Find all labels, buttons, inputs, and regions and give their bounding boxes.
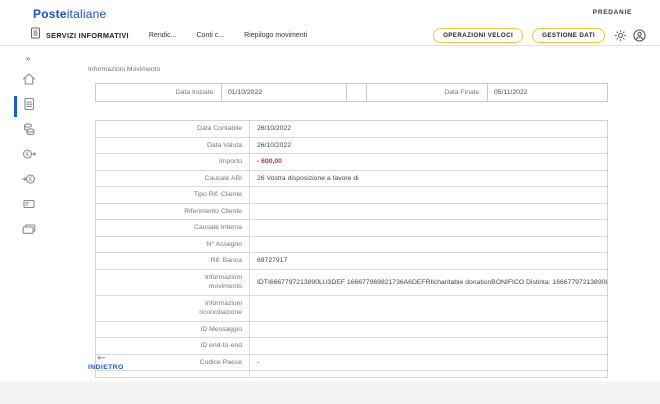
row-value bbox=[249, 204, 607, 220]
data-iniziale-field[interactable]: 01/10/2022 bbox=[221, 84, 346, 101]
row-value: - 600,00 bbox=[249, 154, 607, 170]
sidebar-item-cards[interactable] bbox=[0, 219, 57, 244]
sidebar-item-outgoing-transfers[interactable]: € bbox=[0, 144, 57, 169]
nav-section-servizi-informativi[interactable]: SERVIZI INFORMATIVI bbox=[30, 26, 129, 44]
row-value: IDTI6667797213890LU3DEF 166677969821736A… bbox=[249, 270, 607, 295]
table-row: N° Assegno bbox=[96, 237, 607, 254]
username-label: PREDANIE bbox=[593, 9, 632, 16]
date-bar-spacer bbox=[346, 84, 366, 101]
details-table: Data Contabile26/10/2022Data Valuta26/10… bbox=[95, 120, 608, 378]
profile-icon[interactable] bbox=[633, 29, 646, 42]
logo-rest-part: italiane bbox=[67, 7, 107, 21]
table-row: Causale ABI26 Vostra disposizione a favo… bbox=[96, 171, 607, 188]
row-value: 69727917 bbox=[249, 253, 607, 269]
operazioni-veloci-button[interactable]: OPERAZIONI VELOCI bbox=[433, 28, 523, 43]
table-row: Tipo Rif. Cliente bbox=[96, 187, 607, 204]
row-value bbox=[249, 237, 607, 253]
sidebar-item-documents[interactable] bbox=[0, 94, 57, 119]
data-iniziale-label: Data Iniziale: bbox=[96, 84, 221, 101]
coins-stack-icon bbox=[21, 121, 37, 142]
row-value bbox=[249, 187, 607, 203]
gear-icon[interactable] bbox=[614, 29, 627, 42]
document-icon bbox=[30, 26, 41, 44]
footer-band bbox=[0, 381, 660, 404]
table-row: ID end-to-end bbox=[96, 338, 607, 355]
row-label: Causale Interna bbox=[96, 220, 249, 236]
table-row: Data Contabile26/10/2022 bbox=[96, 121, 607, 138]
table-row: ID Messaggio bbox=[96, 322, 607, 339]
row-label: Riferimento Cliente bbox=[96, 204, 249, 220]
row-label: Informazioni movimento bbox=[96, 270, 249, 295]
sidebar-item-home[interactable] bbox=[0, 69, 57, 94]
row-label: Data Valuta bbox=[96, 138, 249, 154]
row-label: Rif. Banca bbox=[96, 253, 249, 269]
page: Posteitaliane PREDANIE SERVIZI INFORMATI… bbox=[0, 0, 660, 404]
row-value bbox=[249, 338, 607, 354]
sidebar-item-accounts[interactable] bbox=[0, 119, 57, 144]
data-finale-field[interactable]: 05/11/2022 bbox=[487, 84, 607, 101]
row-label: Importo bbox=[96, 154, 249, 170]
row-value: 26/10/2022 bbox=[249, 138, 607, 154]
back-arrow-icon: ← bbox=[95, 350, 124, 361]
poste-italiane-logo[interactable]: Posteitaliane bbox=[33, 7, 106, 21]
row-label: ID Messaggio bbox=[96, 322, 249, 338]
row-label: N° Assegno bbox=[96, 237, 249, 253]
nav-bar: SERVIZI INFORMATIVI Rendic... Conti c...… bbox=[0, 25, 660, 46]
row-label: Causale ABI bbox=[96, 171, 249, 187]
row-label: Data Contabile bbox=[96, 121, 249, 137]
table-row: Data Valuta26/10/2022 bbox=[96, 138, 607, 155]
date-filter-bar: Data Iniziale: 01/10/2022 Data Finale: 0… bbox=[95, 83, 608, 102]
row-value bbox=[249, 296, 607, 321]
table-row: Informazioni movimentoIDTI6667797213890L… bbox=[96, 270, 607, 296]
indietro-back-link[interactable]: ← INDIETRO bbox=[88, 350, 124, 371]
nav-section-label: SERVIZI INFORMATIVI bbox=[46, 31, 129, 40]
euro-out-icon: € bbox=[21, 146, 37, 167]
sidebar: » bbox=[0, 46, 57, 381]
page-title: Informazioni Movimento bbox=[88, 66, 160, 73]
payment-slip-icon bbox=[21, 196, 37, 217]
table-row: Informazioni riconciliazione bbox=[96, 296, 607, 322]
back-label: INDIETRO bbox=[88, 364, 124, 371]
table-row: Codice Paese- bbox=[96, 355, 607, 372]
sidebar-item-bollettino[interactable] bbox=[0, 194, 57, 219]
row-value: 26 Vostra disposizione a favore di bbox=[249, 171, 607, 187]
table-row: Importo- 600,00 bbox=[96, 154, 607, 171]
chevron-double-right-icon: » bbox=[26, 54, 31, 63]
row-value bbox=[249, 322, 607, 338]
nav-tab-conti-correnti[interactable]: Conti c... bbox=[197, 32, 225, 39]
table-row: Causale Interna bbox=[96, 220, 607, 237]
home-icon bbox=[21, 71, 37, 92]
gestione-dati-button[interactable]: GESTIONE DATI bbox=[532, 28, 605, 43]
row-value: - bbox=[249, 355, 607, 371]
logo-bold-part: Poste bbox=[33, 7, 67, 21]
data-finale-label: Data Finale: bbox=[366, 84, 487, 101]
nav-tab-riepilogo-movimenti[interactable]: Riepilogo movimenti bbox=[244, 32, 307, 39]
sidebar-item-incoming-transfers[interactable]: € bbox=[0, 169, 57, 194]
row-value: 26/10/2022 bbox=[249, 121, 607, 137]
sidebar-expand-toggle[interactable]: » bbox=[0, 46, 57, 69]
row-value bbox=[249, 220, 607, 236]
row-label: Informazioni riconciliazione bbox=[96, 296, 249, 321]
table-filler-row bbox=[96, 371, 607, 377]
table-row: Rif. Banca69727917 bbox=[96, 253, 607, 270]
table-row: Riferimento Cliente bbox=[96, 204, 607, 221]
document-page-icon bbox=[21, 96, 37, 117]
card-icon bbox=[21, 221, 37, 242]
nav-tab-rendicontazione[interactable]: Rendic... bbox=[149, 32, 177, 39]
euro-in-icon: € bbox=[21, 171, 37, 192]
row-label: Tipo Rif. Cliente bbox=[96, 187, 249, 203]
